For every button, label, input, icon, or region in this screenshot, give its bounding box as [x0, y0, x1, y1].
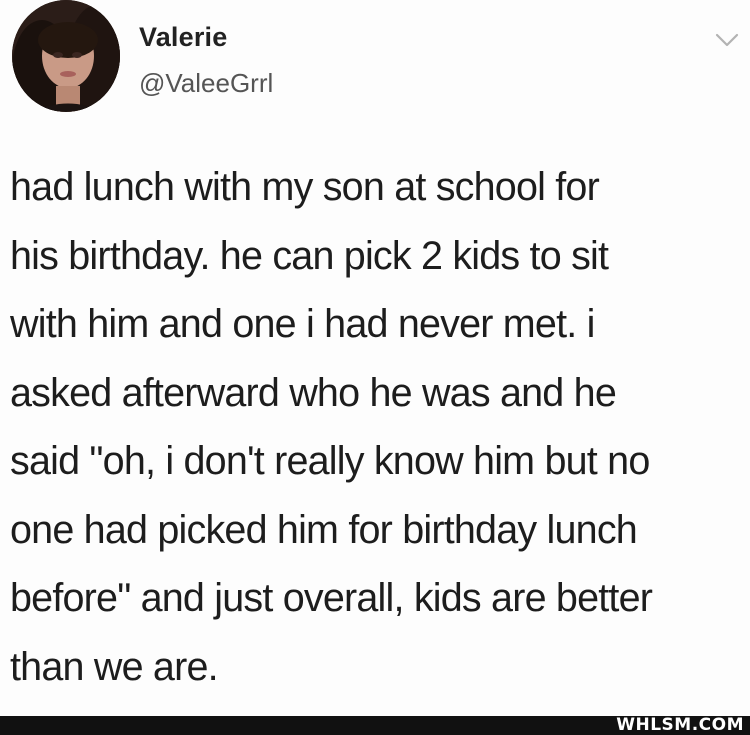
author-handle[interactable]: @ValeeGrrl — [139, 68, 273, 99]
tweet-text: had lunch with my son at school for his … — [10, 165, 653, 689]
tweet-card: Valerie @ValeeGrrl had lunch with my son… — [0, 0, 750, 716]
watermark: WHLSM.COM — [616, 715, 744, 735]
profile-photo-icon — [12, 0, 120, 112]
chevron-down-icon[interactable] — [714, 30, 740, 50]
watermark-bar: WHLSM.COM — [0, 715, 750, 735]
author-display-name[interactable]: Valerie — [139, 22, 227, 53]
avatar[interactable] — [12, 0, 120, 112]
